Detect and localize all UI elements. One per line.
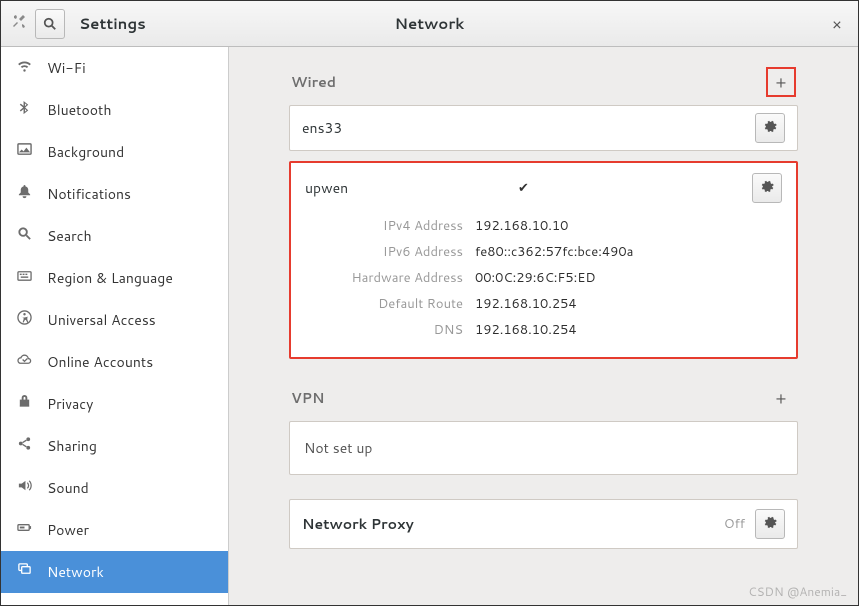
sidebar-item-region[interactable]: Region & Language [1,257,228,299]
search-button[interactable] [35,9,65,39]
hw-value: 00:0C:29:6C:F5:ED [475,269,596,287]
region-icon [15,268,33,288]
sidebar-item-background[interactable]: Background [1,131,228,173]
plus-icon: + [776,71,787,94]
sidebar-item-label: Sound [47,478,89,498]
close-button[interactable]: × [826,1,848,47]
close-icon: × [832,13,842,36]
connection-name: ens33 [302,118,755,138]
proxy-section: Network Proxy Off [289,499,798,549]
sidebar-item-label: Network [47,562,104,582]
add-wired-button[interactable]: + [766,67,796,97]
route-label: Default Route [305,295,475,313]
vpn-section: VPN + Not set up [289,383,798,475]
vpn-placeholder-panel: Not set up [289,421,798,475]
sidebar-item-sharing[interactable]: Sharing [1,425,228,467]
sidebar-item-accessibility[interactable]: Universal Access [1,299,228,341]
sidebar-item-bluetooth[interactable]: Bluetooth [1,89,228,131]
ipv4-label: IPv4 Address [305,217,475,235]
sidebar-item-label: Bluetooth [47,100,111,120]
gear-icon [763,514,777,534]
background-icon [15,142,33,162]
settings-label: Settings [79,13,146,34]
sidebar-item-label: Online Accounts [47,352,153,372]
sidebar-item-label: Power [47,520,89,540]
dns-value: 192.168.10.254 [475,321,577,339]
sidebar-item-notifications[interactable]: Notifications [1,173,228,215]
sound-icon [15,478,33,498]
wired-section: Wired + ens33 upw [289,67,798,359]
power-icon [15,520,33,540]
content-area: Wired + ens33 upw [229,47,858,605]
wifi-icon [15,58,33,78]
sidebar-item-privacy[interactable]: Privacy [1,383,228,425]
ipv6-label: IPv6 Address [305,243,475,261]
connection-settings-button[interactable] [752,173,782,203]
gear-icon [760,178,774,198]
connection-settings-button[interactable] [755,113,785,143]
hw-label: Hardware Address [305,269,475,287]
proxy-settings-button[interactable] [755,509,785,539]
plus-icon: + [776,387,787,410]
sidebar-item-search[interactable]: Search [1,215,228,257]
connection-ens33: ens33 [289,105,798,151]
sidebar-item-sound[interactable]: Sound [1,467,228,509]
add-vpn-button[interactable]: + [766,383,796,413]
vpn-placeholder: Not set up [290,422,797,474]
active-check-icon: ✔ [518,179,529,197]
ipv6-value: fe80::c362:57fc:bce:490a [475,243,633,261]
search-icon [15,226,33,246]
sidebar-item-label: Privacy [47,394,93,414]
network-icon [15,562,33,582]
sidebar: Wi-Fi Bluetooth Background Notifications… [1,47,229,605]
sidebar-item-label: Sharing [47,436,97,456]
bell-icon [15,184,33,204]
sharing-icon [15,436,33,456]
sidebar-item-wifi[interactable]: Wi-Fi [1,47,228,89]
accessibility-icon [15,310,33,330]
sidebar-item-label: Background [47,142,124,162]
proxy-status: Off [724,515,745,533]
connection-name: upwen [305,178,508,198]
sidebar-item-label: Search [47,226,92,246]
titlebar: Settings Network × [1,1,858,47]
sidebar-item-label: Region & Language [47,268,173,288]
sidebar-item-power[interactable]: Power [1,509,228,551]
connection-upwen: upwen ✔ IPv4 Address192.168.10.10 IPv6 A… [289,161,798,359]
vpn-title: VPN [291,388,324,408]
sidebar-item-label: Notifications [47,184,131,204]
privacy-icon [15,394,33,414]
cloud-icon [15,352,33,372]
proxy-label: Network Proxy [302,514,714,534]
gear-icon [763,118,777,138]
proxy-panel[interactable]: Network Proxy Off [289,499,798,549]
sidebar-item-online-accounts[interactable]: Online Accounts [1,341,228,383]
tools-icon [9,13,29,34]
sidebar-item-label: Universal Access [47,310,156,330]
route-value: 192.168.10.254 [475,295,577,313]
sidebar-item-network[interactable]: Network [1,551,228,593]
bluetooth-icon [15,100,33,120]
sidebar-item-label: Wi-Fi [47,58,86,78]
ipv4-value: 192.168.10.10 [475,217,568,235]
dns-label: DNS [305,321,475,339]
wired-title: Wired [291,72,336,92]
